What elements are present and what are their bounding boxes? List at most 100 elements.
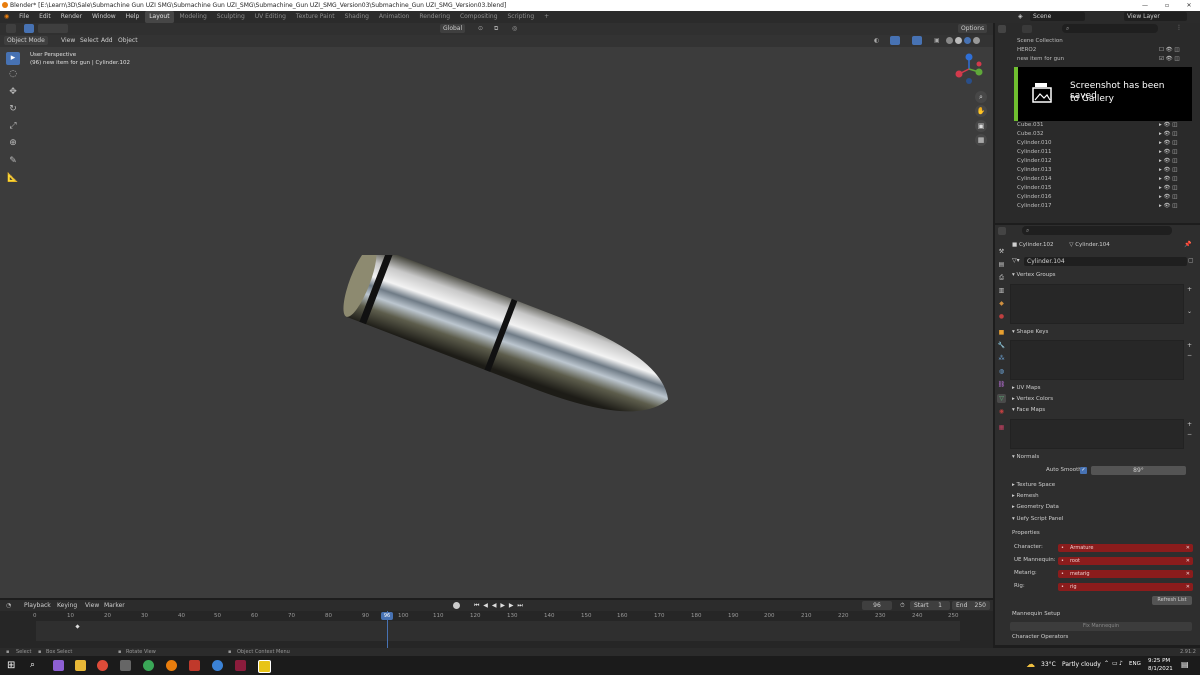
editor-type-icon[interactable] xyxy=(6,24,16,33)
close-window-button[interactable]: ✕ xyxy=(1178,0,1200,11)
tab-rendering[interactable]: Rendering xyxy=(415,11,454,23)
outliner-row[interactable]: Cylinder.017 ▸ 👁 ◫ xyxy=(1017,202,1177,211)
proportional-edit-icon[interactable]: ◎ xyxy=(512,23,517,35)
face-maps-list[interactable] xyxy=(1010,419,1184,449)
timeline-editor-icon[interactable]: ◔ xyxy=(6,600,11,611)
clock-time[interactable]: 9:25 PM xyxy=(1148,658,1170,664)
outliner-row[interactable]: Cube.031 ▸ 👁 ◫ xyxy=(1017,121,1177,130)
app-blue-icon[interactable] xyxy=(212,660,223,671)
timeline-area[interactable]: 0 10 20 30 40 50 60 70 80 90 100 110 120… xyxy=(0,611,993,648)
menu-window[interactable]: Window xyxy=(88,11,120,23)
camera-view-icon[interactable]: ▣ xyxy=(975,120,987,132)
screenshot-toast[interactable]: Screenshot has been saved to Gallery xyxy=(1014,67,1192,121)
rig-field[interactable]: • rig ✕ xyxy=(1058,583,1193,591)
clear-icon[interactable]: ✕ xyxy=(1186,544,1190,552)
add-shape-key-button[interactable]: + xyxy=(1187,342,1192,349)
visibility-icon[interactable]: ☐ 👁 ◫ xyxy=(1159,46,1180,55)
vertex-groups-list[interactable] xyxy=(1010,284,1184,324)
app-yellow-icon[interactable] xyxy=(258,660,271,673)
object-tab-icon[interactable]: ■ xyxy=(997,328,1006,337)
navigation-gizmo[interactable] xyxy=(952,52,986,86)
timeline-menu-keying[interactable]: Keying xyxy=(57,600,77,611)
fake-user-icon[interactable]: ▢ xyxy=(1188,257,1194,264)
tray-chevron-icon[interactable]: ⌃ xyxy=(1104,660,1109,667)
blender-taskbar-icon[interactable] xyxy=(166,660,177,671)
visibility-icon[interactable]: ▸ 👁 ◫ xyxy=(1159,130,1177,139)
maximize-button[interactable]: ▫ xyxy=(1156,0,1178,11)
windows-start-icon[interactable]: ⊞ xyxy=(7,660,18,671)
fix-mannequin-button[interactable]: Fix Mannequin xyxy=(1010,622,1192,631)
file-explorer-icon[interactable] xyxy=(75,660,86,671)
ortho-toggle-icon[interactable]: ▦ xyxy=(975,134,987,146)
shading-rendered-icon[interactable] xyxy=(973,37,980,44)
outliner-search-input[interactable]: ⌕ xyxy=(1062,24,1158,33)
scale-tool-button[interactable]: ⤢ xyxy=(6,120,20,133)
clear-icon[interactable]: ✕ xyxy=(1186,570,1190,578)
shading-material-icon[interactable] xyxy=(964,37,971,44)
section-vertex-groups[interactable]: ▾ Vertex Groups xyxy=(1012,270,1056,281)
overlay-toggle-icon[interactable] xyxy=(912,36,922,45)
render-tab-icon[interactable]: ▤ xyxy=(997,260,1006,269)
playback-controls[interactable]: ⏮ ◀ ◀ ▶ ▶ ⏭ xyxy=(474,600,524,611)
visibility-icon[interactable]: ▸ 👁 ◫ xyxy=(1159,121,1177,130)
record-button[interactable] xyxy=(453,602,460,609)
outliner-row[interactable]: Cylinder.013 ▸ 👁 ◫ xyxy=(1017,166,1177,175)
menu-edit[interactable]: Edit xyxy=(35,11,55,23)
visibility-icon[interactable]: ▸ 👁 ◫ xyxy=(1159,184,1177,193)
constraints-tab-icon[interactable]: ⛓ xyxy=(997,380,1006,389)
start-frame-field[interactable]: Start 1 xyxy=(910,601,950,610)
remove-shape-key-button[interactable]: − xyxy=(1187,352,1192,359)
current-frame-field[interactable]: 96 xyxy=(862,601,892,610)
visibility-icon[interactable]: ▸ 👁 ◫ xyxy=(1159,193,1177,202)
remove-face-map-button[interactable]: − xyxy=(1187,431,1192,438)
timeline-menu-view[interactable]: View xyxy=(85,600,99,611)
outliner-row[interactable]: Cylinder.016 ▸ 👁 ◫ xyxy=(1017,193,1177,202)
app-green-icon[interactable] xyxy=(143,660,154,671)
visibility-icon[interactable]: ▸ 👁 ◫ xyxy=(1159,202,1177,211)
filter-icon[interactable]: ⫶ xyxy=(1178,24,1180,33)
viewport-menu-view[interactable]: View xyxy=(61,35,75,47)
network-icon[interactable]: ▭ xyxy=(1112,660,1118,667)
tab-compositing[interactable]: Compositing xyxy=(456,11,502,23)
timeline-menu-playback[interactable]: Playback xyxy=(24,600,51,611)
section-vertex-colors[interactable]: ▸ Vertex Colors xyxy=(1012,394,1053,405)
particles-tab-icon[interactable]: ⁂ xyxy=(997,354,1006,363)
section-uv-maps[interactable]: ▸ UV Maps xyxy=(1012,383,1041,394)
modifier-tab-icon[interactable]: 🔧 xyxy=(997,341,1006,350)
scene-tab-icon[interactable]: ◆ xyxy=(997,299,1006,308)
refresh-list-button[interactable]: Refresh List xyxy=(1152,596,1192,605)
measure-tool-button[interactable]: 📐 xyxy=(6,172,20,185)
end-frame-field[interactable]: End 250 xyxy=(952,601,990,610)
outliner-row[interactable]: Cube.032 ▸ 👁 ◫ xyxy=(1017,130,1177,139)
visibility-icon[interactable]: ▸ 👁 ◫ xyxy=(1159,139,1177,148)
visual-studio-icon[interactable] xyxy=(53,660,64,671)
add-workspace-button[interactable]: + xyxy=(540,11,553,23)
scene-selector[interactable]: Scene xyxy=(1030,12,1085,21)
weather-desc[interactable]: Partly cloudy xyxy=(1062,661,1101,668)
tab-scripting[interactable]: Scripting xyxy=(503,11,538,23)
tab-animation[interactable]: Animation xyxy=(375,11,414,23)
material-tab-icon[interactable]: ◉ xyxy=(997,407,1006,416)
minimize-button[interactable]: — xyxy=(1134,0,1156,11)
visibility-icon[interactable]: ▸ 👁 ◫ xyxy=(1159,148,1177,157)
snap-icon[interactable]: ⧉ xyxy=(494,23,498,35)
weather-icon[interactable]: ☁ xyxy=(1026,660,1035,670)
auto-smooth-angle-field[interactable]: 89° xyxy=(1091,466,1186,475)
visibility-icon[interactable]: ☑ 👁 ◫ xyxy=(1159,55,1180,64)
section-geometry-data[interactable]: ▸ Geometry Data xyxy=(1012,502,1059,513)
tab-texture-paint[interactable]: Texture Paint xyxy=(292,11,339,23)
xray-icon[interactable]: ▣ xyxy=(934,35,940,47)
properties-editor-icon[interactable] xyxy=(998,227,1006,235)
mesh-datablock-icon[interactable]: ▽▾ xyxy=(1012,257,1020,264)
outliner-row[interactable]: Cylinder.012 ▸ 👁 ◫ xyxy=(1017,157,1177,166)
playhead-frame-badge[interactable]: 96 xyxy=(381,612,393,620)
tab-layout[interactable]: Layout xyxy=(145,11,174,23)
output-tab-icon[interactable]: ⎙ xyxy=(997,273,1006,282)
clear-icon[interactable]: ✕ xyxy=(1186,557,1190,565)
select-tool-button[interactable]: ▸ xyxy=(6,52,20,65)
annotate-tool-button[interactable]: ✎ xyxy=(6,155,20,168)
blender-menu-icon[interactable]: ◉ xyxy=(0,11,13,23)
timeline-menu-marker[interactable]: Marker xyxy=(104,600,125,611)
texture-tab-icon[interactable]: ▦ xyxy=(997,423,1006,432)
weather-temp[interactable]: 33°C xyxy=(1041,661,1056,668)
